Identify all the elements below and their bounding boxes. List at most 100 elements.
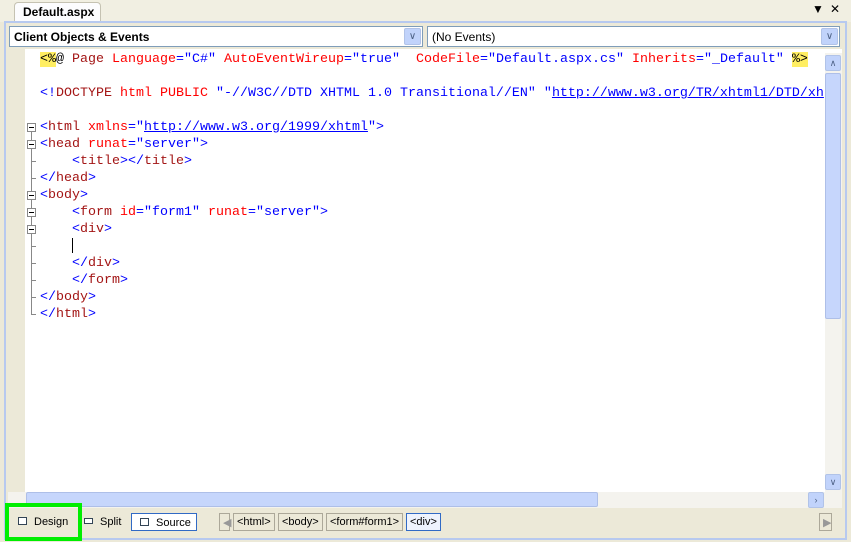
code-token: div bbox=[88, 256, 112, 271]
collapse-icon[interactable] bbox=[27, 225, 36, 234]
code-line[interactable] bbox=[40, 102, 824, 119]
scroll-right-icon[interactable]: › bbox=[808, 492, 824, 508]
source-icon bbox=[140, 518, 149, 526]
collapse-icon[interactable] bbox=[27, 208, 36, 217]
code-token: body bbox=[48, 188, 80, 203]
code-token: @ bbox=[56, 52, 64, 67]
code-token: title bbox=[144, 154, 184, 169]
code-token: title bbox=[80, 154, 120, 169]
vertical-scroll-thumb[interactable] bbox=[825, 73, 841, 319]
breadcrumb-item[interactable]: <form#form1> bbox=[326, 513, 404, 531]
code-line[interactable]: </body> bbox=[40, 289, 824, 306]
code-token: form bbox=[88, 273, 120, 288]
vertical-scrollbar[interactable]: ∧ ∨ bbox=[825, 53, 842, 492]
code-token: < bbox=[40, 137, 48, 152]
code-token: AutoEventWireup bbox=[224, 52, 344, 67]
breadcrumb-scroll-right[interactable]: ▶ bbox=[819, 513, 832, 531]
code-token: "-//W3C//DTD XHTML 1.0 Transitional//EN"… bbox=[208, 86, 552, 101]
close-icon[interactable]: ✕ bbox=[830, 2, 840, 16]
document-tab-strip: Default.aspx ▼ ✕ bbox=[0, 0, 851, 22]
window-menu-icon[interactable]: ▼ bbox=[812, 2, 824, 16]
scroll-down-icon[interactable]: ∨ bbox=[825, 474, 841, 490]
code-token: </ bbox=[40, 256, 88, 271]
code-token: < bbox=[40, 120, 48, 135]
tab-default-aspx[interactable]: Default.aspx bbox=[14, 2, 102, 21]
chevron-down-icon[interactable]: ∨ bbox=[404, 28, 421, 45]
view-bar: Design Split Source ◀ <html> <body> <form#… bbox=[6, 510, 844, 536]
code-token: runat bbox=[88, 137, 128, 152]
code-token: <% bbox=[40, 52, 56, 67]
breadcrumb-scroll-left[interactable]: ◀ bbox=[219, 513, 231, 531]
split-label: Split bbox=[100, 516, 122, 528]
code-line[interactable] bbox=[40, 68, 824, 85]
design-button-highlight bbox=[5, 503, 82, 541]
code-line[interactable]: </html> bbox=[40, 306, 824, 323]
code-token: head bbox=[56, 171, 88, 186]
collapse-icon[interactable] bbox=[27, 123, 36, 132]
outline-end-tick bbox=[31, 297, 36, 298]
code-token: ="server" bbox=[128, 137, 200, 152]
code-line[interactable]: <form id="form1" runat="server"> bbox=[40, 204, 824, 221]
source-view-button[interactable]: Source bbox=[131, 513, 197, 531]
code-token: < bbox=[40, 205, 80, 220]
code-line[interactable]: <html xmlns="http://www.w3.org/1999/xhtm… bbox=[40, 119, 824, 136]
code-token: " bbox=[367, 120, 376, 135]
split-view-button[interactable]: Split bbox=[76, 513, 125, 531]
code-token: > bbox=[375, 120, 384, 135]
code-token: html bbox=[120, 86, 152, 101]
code-line[interactable]: </form> bbox=[40, 272, 824, 289]
code-token: > bbox=[104, 222, 112, 237]
code-text[interactable]: <%@ Page Language="C#" AutoEventWireup ="… bbox=[40, 51, 824, 323]
breadcrumb-item[interactable]: <body> bbox=[278, 513, 323, 531]
code-token: < bbox=[40, 188, 48, 203]
scroll-up-icon[interactable]: ∧ bbox=[825, 55, 841, 71]
code-token: Language bbox=[112, 52, 176, 67]
code-line[interactable]: <div> bbox=[40, 221, 824, 238]
code-token: =" bbox=[128, 120, 144, 135]
code-token: ="C#" bbox=[176, 52, 216, 67]
code-line[interactable]: </div> bbox=[40, 255, 824, 272]
code-line[interactable]: <%@ Page Language="C#" AutoEventWireup ="… bbox=[40, 51, 824, 68]
client-objects-dropdown[interactable]: Client Objects & Events ∨ bbox=[9, 26, 423, 47]
code-token: </ bbox=[40, 273, 88, 288]
text-cursor bbox=[72, 238, 73, 253]
code-line[interactable] bbox=[40, 238, 824, 255]
code-token: > bbox=[184, 154, 192, 169]
code-token: </ bbox=[40, 290, 56, 305]
chevron-down-icon[interactable]: ∨ bbox=[821, 28, 838, 45]
horizontal-scrollbar[interactable]: › bbox=[8, 492, 842, 508]
breadcrumb-item[interactable]: <html> bbox=[233, 513, 275, 531]
code-token: Page bbox=[72, 52, 104, 67]
code-token: > bbox=[88, 290, 96, 305]
code-token: form bbox=[80, 205, 112, 220]
horizontal-scroll-thumb[interactable] bbox=[26, 492, 598, 507]
collapse-icon[interactable] bbox=[27, 191, 36, 200]
code-line[interactable]: <head runat="server"> bbox=[40, 136, 824, 153]
code-line[interactable]: <!DOCTYPE html PUBLIC "-//W3C//DTD XHTML… bbox=[40, 85, 824, 102]
collapse-icon[interactable] bbox=[27, 140, 36, 149]
code-editor[interactable]: <%@ Page Language="C#" AutoEventWireup ="… bbox=[8, 49, 842, 492]
code-token: html bbox=[48, 120, 80, 135]
code-line[interactable]: <title></title> bbox=[40, 153, 824, 170]
code-token: xmlns bbox=[88, 120, 128, 135]
events-dropdown[interactable]: (No Events) ∨ bbox=[427, 26, 840, 47]
code-token: ="_Default" bbox=[695, 52, 784, 67]
outline-end-tick bbox=[31, 161, 36, 162]
code-line[interactable]: </head> bbox=[40, 170, 824, 187]
code-token: ="form1" bbox=[136, 205, 200, 220]
breadcrumb-item[interactable]: <div> bbox=[406, 513, 441, 531]
code-line[interactable]: <body> bbox=[40, 187, 824, 204]
outline-end-tick bbox=[31, 306, 36, 315]
code-token: > bbox=[199, 137, 208, 152]
outline-end-tick bbox=[31, 263, 36, 264]
code-token: ="server" bbox=[248, 205, 320, 220]
code-token: CodeFile bbox=[415, 52, 480, 67]
